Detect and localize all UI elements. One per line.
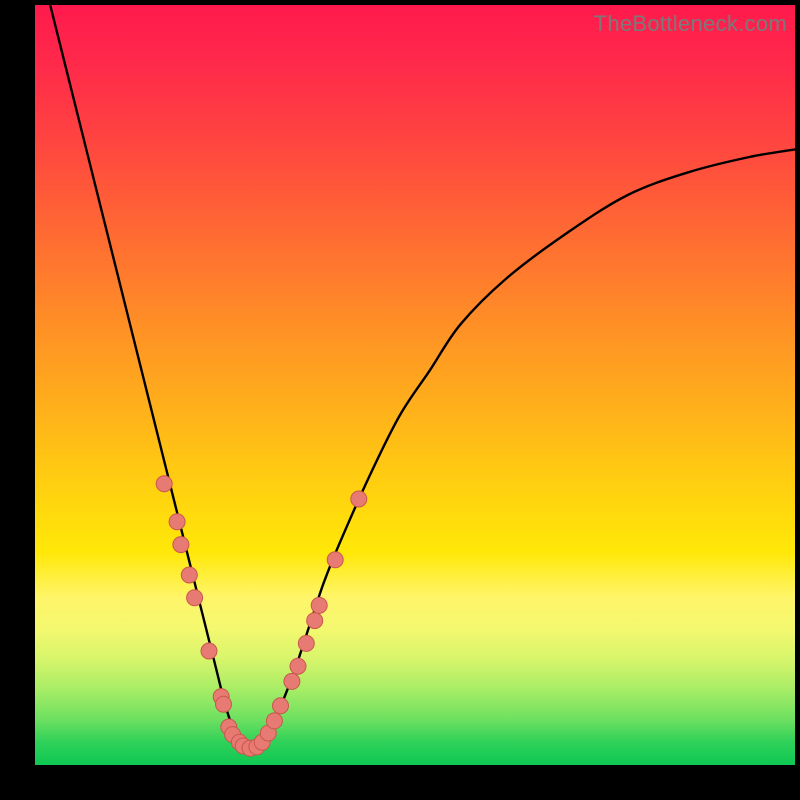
data-point (311, 597, 327, 613)
data-point (216, 696, 232, 712)
data-point (169, 514, 185, 530)
chart-stage: TheBottleneck.com (0, 0, 800, 800)
data-point (173, 537, 189, 553)
data-point (307, 613, 323, 629)
data-point (351, 491, 367, 507)
data-point (273, 698, 289, 714)
data-point (284, 673, 300, 689)
plot-area: TheBottleneck.com (35, 5, 795, 765)
data-point (187, 590, 203, 606)
data-points-group (156, 476, 367, 757)
data-point (327, 552, 343, 568)
data-point (181, 567, 197, 583)
data-point (201, 643, 217, 659)
data-point (156, 476, 172, 492)
bottleneck-curve (50, 5, 795, 751)
data-point (290, 658, 306, 674)
chart-overlay-svg (35, 5, 795, 765)
data-point (266, 713, 282, 729)
data-point (298, 635, 314, 651)
